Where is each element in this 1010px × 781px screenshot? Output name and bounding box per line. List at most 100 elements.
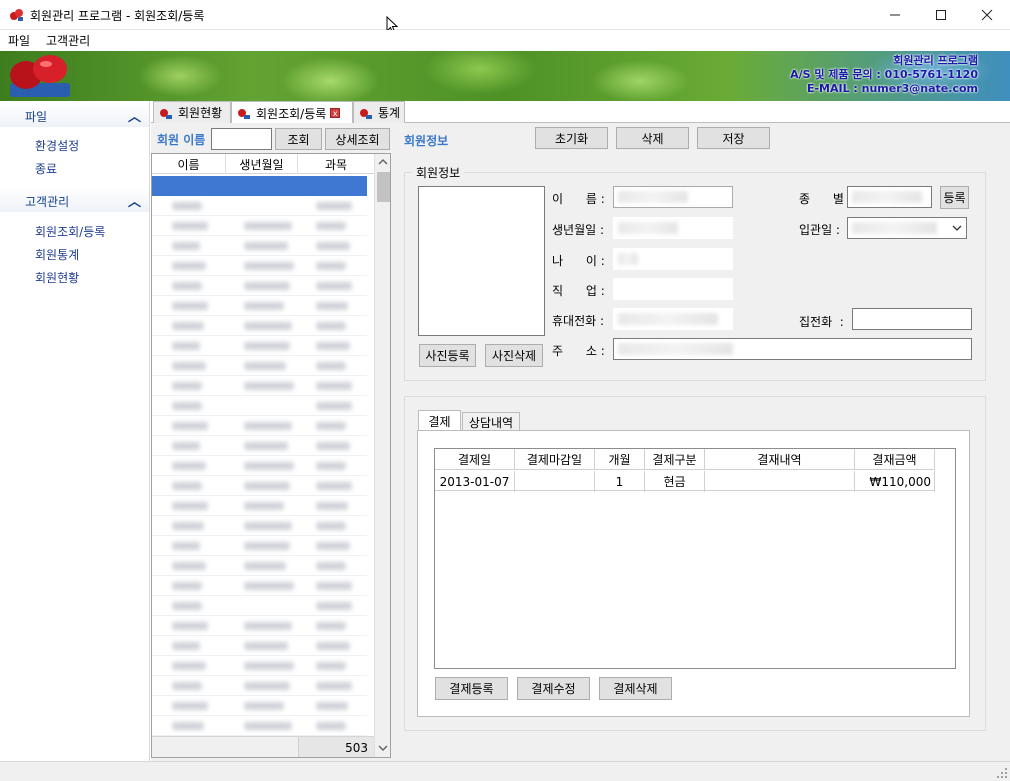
scroll-up-icon[interactable] bbox=[378, 158, 388, 166]
save-button[interactable]: 저장 bbox=[697, 127, 770, 149]
list-item[interactable] bbox=[152, 336, 367, 356]
column-header-detail[interactable]: 결재내역 bbox=[705, 449, 855, 470]
sidebar-item-member-stats[interactable]: 회원통계 bbox=[35, 246, 79, 263]
list-item[interactable] bbox=[152, 676, 367, 696]
scroll-down-icon[interactable] bbox=[378, 744, 388, 752]
sidebar-group-file[interactable]: 파일 ︿ bbox=[0, 103, 149, 127]
list-item[interactable] bbox=[152, 496, 367, 516]
tab-member-register[interactable]: 회원조회/등록 x bbox=[231, 101, 353, 124]
menu-bar bbox=[0, 30, 1010, 51]
age-field[interactable] bbox=[613, 248, 733, 270]
masked-cell bbox=[316, 722, 346, 730]
search-name-input[interactable] bbox=[211, 128, 272, 150]
menu-file[interactable]: 파일 bbox=[8, 32, 30, 49]
list-item[interactable] bbox=[152, 316, 367, 336]
list-item[interactable] bbox=[152, 256, 367, 276]
list-item[interactable] bbox=[152, 616, 367, 636]
job-field[interactable] bbox=[613, 278, 733, 300]
list-item[interactable] bbox=[152, 456, 367, 476]
birth-field[interactable] bbox=[613, 217, 733, 239]
list-item[interactable] bbox=[152, 596, 367, 616]
address-field[interactable] bbox=[613, 338, 972, 360]
list-item[interactable] bbox=[152, 416, 367, 436]
tab-member-status[interactable]: 회원현황 bbox=[153, 101, 231, 123]
sidebar-group-customer[interactable]: 고객관리 ︿ bbox=[0, 188, 149, 212]
masked-cell bbox=[316, 382, 352, 390]
column-header-method[interactable]: 결제구분 bbox=[645, 449, 705, 470]
tab-close-icon[interactable]: x bbox=[330, 108, 341, 118]
list-item[interactable] bbox=[152, 376, 367, 396]
payment-add-button[interactable]: 결제등록 bbox=[435, 677, 508, 700]
masked-cell bbox=[316, 642, 350, 650]
cell-pay-date: 2013-01-07 bbox=[435, 471, 515, 492]
photo-register-button[interactable]: 사진등록 bbox=[419, 344, 476, 367]
list-rows bbox=[152, 154, 374, 756]
photo-delete-button[interactable]: 사진삭제 bbox=[485, 344, 543, 367]
type-register-button[interactable]: 등록 bbox=[940, 186, 969, 209]
maximize-button[interactable] bbox=[918, 0, 964, 30]
list-scrollbar[interactable] bbox=[374, 154, 390, 757]
detail-search-button[interactable]: 상세조회 bbox=[325, 128, 390, 150]
list-item[interactable] bbox=[152, 356, 367, 376]
masked-cell bbox=[244, 262, 294, 270]
table-row[interactable]: 2013-01-07 1 현금 ₩110,000 bbox=[435, 471, 935, 492]
masked-cell bbox=[172, 682, 202, 690]
list-item[interactable] bbox=[152, 296, 367, 316]
payment-grid[interactable]: 결제일 결제마감일 개월 결제구분 결재내역 결재금액 2013-01-07 1… bbox=[434, 448, 956, 669]
list-item[interactable] bbox=[152, 536, 367, 556]
type-field[interactable] bbox=[847, 186, 932, 208]
join-date-label: 입관일 : bbox=[799, 223, 840, 237]
list-item[interactable] bbox=[152, 396, 367, 416]
list-item[interactable] bbox=[152, 276, 367, 296]
masked-cell bbox=[172, 322, 204, 330]
list-item[interactable] bbox=[152, 516, 367, 536]
sidebar-item-member-status[interactable]: 회원현황 bbox=[35, 269, 79, 286]
name-field[interactable] bbox=[613, 186, 733, 208]
column-header-due-date[interactable]: 결제마감일 bbox=[515, 449, 595, 470]
list-item[interactable] bbox=[152, 216, 367, 236]
sidebar-item-exit[interactable]: 종료 bbox=[35, 160, 57, 177]
list-item[interactable] bbox=[152, 556, 367, 576]
tab-consultation[interactable]: 상담내역 bbox=[462, 412, 520, 431]
menu-customer[interactable]: 고객관리 bbox=[46, 32, 90, 49]
resize-grip-icon[interactable] bbox=[996, 767, 1008, 779]
list-item[interactable] bbox=[152, 636, 367, 656]
tab-statistics[interactable]: 통계 bbox=[353, 101, 405, 123]
column-header-pay-date[interactable]: 결제일 bbox=[435, 449, 515, 470]
sidebar: 파일 ︿ 환경설정 종료 고객관리 ︿ 회원조회/등록 회원통계 회원현황 bbox=[0, 101, 150, 761]
list-item[interactable] bbox=[152, 236, 367, 256]
reset-button[interactable]: 초기화 bbox=[535, 127, 608, 149]
list-item[interactable] bbox=[152, 656, 367, 676]
list-item[interactable] bbox=[152, 196, 367, 216]
masked-cell bbox=[244, 682, 290, 690]
maximize-icon bbox=[936, 10, 946, 20]
list-item[interactable] bbox=[152, 436, 367, 456]
status-bar bbox=[0, 761, 1010, 781]
scroll-thumb[interactable] bbox=[377, 172, 390, 202]
list-item[interactable] bbox=[152, 716, 367, 736]
payment-delete-button[interactable]: 결제삭제 bbox=[599, 677, 672, 700]
list-item[interactable] bbox=[152, 696, 367, 716]
delete-button[interactable]: 삭제 bbox=[616, 127, 689, 149]
masked-cell bbox=[172, 502, 208, 510]
home-phone-field[interactable] bbox=[852, 308, 972, 330]
close-button[interactable] bbox=[964, 0, 1010, 30]
minimize-button[interactable] bbox=[872, 0, 918, 30]
banner-contact: 회원관리 프로그램 A/S 및 제품 문의 : 010-5761-1120 E-… bbox=[790, 54, 978, 96]
search-button[interactable]: 조회 bbox=[275, 128, 322, 150]
job-label: 직 업 : bbox=[552, 284, 605, 298]
list-item[interactable] bbox=[152, 576, 367, 596]
type-label: 종 별 : bbox=[799, 192, 852, 206]
column-header-amount[interactable]: 결재금액 bbox=[855, 449, 935, 470]
payment-edit-button[interactable]: 결제수정 bbox=[517, 677, 590, 700]
list-item[interactable] bbox=[152, 476, 367, 496]
sidebar-item-settings[interactable]: 환경설정 bbox=[35, 137, 79, 154]
cell-due-date bbox=[515, 471, 595, 492]
column-header-months[interactable]: 개월 bbox=[595, 449, 645, 470]
join-date-dropdown[interactable] bbox=[847, 217, 967, 239]
list-footer: 503 bbox=[152, 736, 374, 757]
tab-payment[interactable]: 결제 bbox=[418, 410, 461, 431]
mobile-field[interactable] bbox=[613, 308, 733, 330]
member-list[interactable]: 이름 생년월일 과목 503 bbox=[151, 153, 391, 758]
sidebar-item-member-register[interactable]: 회원조회/등록 bbox=[35, 223, 105, 240]
